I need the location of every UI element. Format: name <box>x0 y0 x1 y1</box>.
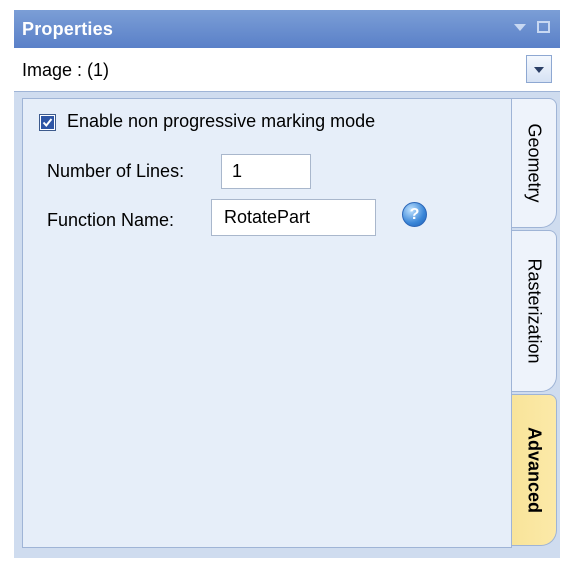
number-of-lines-input[interactable]: 1 <box>221 154 311 189</box>
tab-rasterization[interactable]: Rasterization <box>512 230 557 392</box>
number-of-lines-label: Number of Lines: <box>47 161 185 181</box>
tab-rasterization-label: Rasterization <box>524 258 545 364</box>
vertical-tab-strip: Geometry Rasterization Advanced <box>512 98 560 558</box>
restore-icon[interactable] <box>537 21 550 33</box>
function-name-label: Function Name: <box>47 210 175 230</box>
chevron-down-icon <box>534 67 544 73</box>
function-name-input[interactable]: RotatePart <box>211 199 376 236</box>
tab-geometry-label: Geometry <box>524 123 545 203</box>
advanced-content: Enable non progressive marking mode Numb… <box>22 98 512 548</box>
help-icon[interactable]: ? <box>402 202 427 227</box>
panel-title: Properties <box>22 19 114 39</box>
checkmark-icon <box>41 116 54 129</box>
tab-advanced-label: Advanced <box>524 426 545 514</box>
object-selector-dropdown-button[interactable] <box>526 55 552 83</box>
titlebar: Properties <box>14 10 560 48</box>
tab-advanced[interactable]: Advanced <box>512 394 557 546</box>
enable-non-progressive-label[interactable]: Enable non progressive marking mode <box>67 111 375 132</box>
object-selector-value: Image : (1) <box>22 60 110 80</box>
tab-geometry[interactable]: Geometry <box>512 98 557 228</box>
pin-icon[interactable] <box>514 24 526 31</box>
properties-panel: Properties Image : (1) Enable non progre… <box>14 10 560 558</box>
enable-non-progressive-checkbox[interactable] <box>39 114 56 131</box>
object-selector[interactable]: Image : (1) <box>14 48 560 92</box>
